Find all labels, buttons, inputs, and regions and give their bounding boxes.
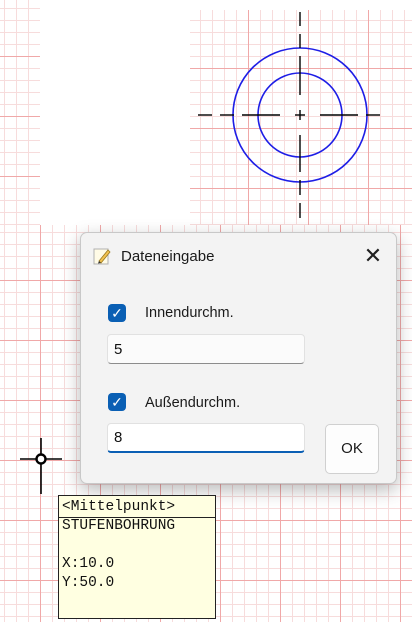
pencil-notepad-icon: [93, 248, 111, 265]
outer-diameter-label: Außendurchm.: [145, 395, 241, 411]
tooltip-command: STUFENBOHRUNG: [62, 518, 176, 534]
data-input-dialog: Dateneingabe ✕ ✓ Innendurchm. ✓ Außendur…: [80, 232, 397, 484]
close-button[interactable]: ✕: [358, 241, 388, 271]
dialog-title: Dateneingabe: [121, 248, 215, 265]
dialog-title-bar[interactable]: Dateneingabe ✕: [81, 233, 396, 279]
inner-diameter-input[interactable]: [107, 334, 305, 364]
ok-button[interactable]: OK: [325, 424, 379, 474]
circle-centerline: [198, 12, 380, 218]
inner-diameter-label: Innendurchm.: [145, 305, 234, 321]
tooltip-y-coordinate: Y:50.0: [62, 575, 115, 591]
tooltip-header: <Mittelpunkt>: [62, 499, 176, 515]
point-info-tooltip: <Mittelpunkt> STUFENBOHRUNG X:10.0 Y:50.…: [58, 495, 216, 619]
tooltip-empty-line: [62, 536, 212, 555]
tooltip-separator: [59, 517, 215, 518]
tooltip-x-coordinate: X:10.0: [62, 556, 115, 572]
outer-diameter-checkbox[interactable]: ✓: [108, 393, 126, 411]
close-icon: ✕: [363, 243, 383, 268]
outer-diameter-input[interactable]: [107, 423, 305, 453]
inner-diameter-checkbox[interactable]: ✓: [108, 304, 126, 322]
cursor-crosshair-icon: [20, 438, 62, 494]
